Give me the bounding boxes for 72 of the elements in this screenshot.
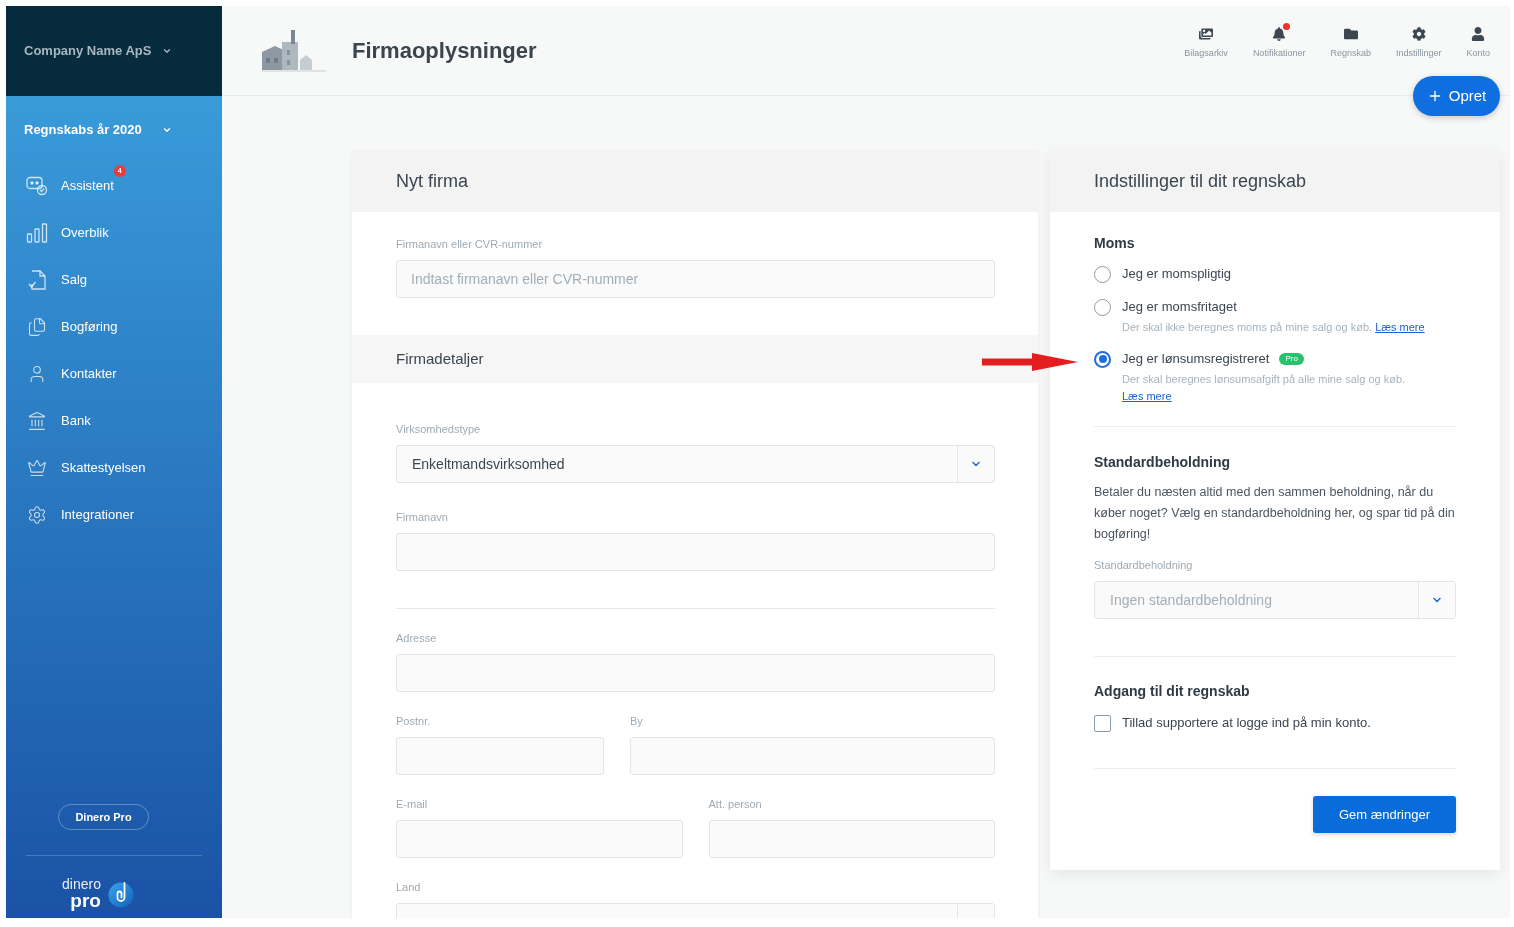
input-field[interactable] — [396, 654, 995, 692]
field-label: Standardbeholdning — [1094, 558, 1193, 572]
header-nav-button[interactable]: Indstillinger — [1395, 23, 1442, 59]
sidebar-item[interactable]: Bank — [6, 397, 222, 444]
input-field[interactable] — [630, 737, 995, 775]
field-label: Land — [396, 880, 421, 894]
chevron-down-icon — [162, 125, 172, 135]
section-description: Betaler du næsten altid med den sammen beholdning, når du køber noget? Vælg en standardbeholdning her, og spar tid på din bogføring! — [1094, 484, 1456, 543]
option-description: Der skal ikke beregnes moms på mine salg og køb. Læs mere — [1121, 320, 1426, 335]
create-button[interactable]: Opret — [1413, 76, 1500, 116]
section-title: Standardbeholdning — [1094, 454, 1231, 470]
select-field[interactable]: Enkeltmandsvirksomhed — [396, 445, 995, 483]
bank-icon — [27, 410, 47, 431]
field-label: Firmanavn eller CVR-nummer — [396, 237, 543, 251]
building-icon — [262, 29, 326, 72]
learn-more-link[interactable]: Læs mere — [1375, 321, 1425, 333]
radio-label: Jeg er lønsumsregistreret — [1122, 350, 1270, 369]
paperclip-logo-icon — [107, 879, 134, 908]
gear-icon — [27, 504, 47, 525]
documents-icon — [27, 316, 47, 337]
card-header: Nyt firma — [352, 150, 1038, 212]
images-icon — [1199, 27, 1214, 41]
document-check-icon — [28, 269, 46, 290]
section-title: Moms — [1094, 235, 1135, 251]
chevron-down-icon — [162, 46, 172, 56]
user-icon — [1471, 27, 1486, 41]
header-nav-button[interactable]: Bilagsarkiv — [1184, 23, 1228, 59]
company-selector[interactable]: Company Name ApS — [24, 41, 172, 61]
card-header: Indstillinger til dit regnskab — [1050, 150, 1500, 212]
input-field[interactable] — [708, 820, 995, 858]
sidebar-item[interactable]: Skattestyelsen — [6, 444, 222, 491]
learn-more-link[interactable]: Læs mere — [1122, 390, 1172, 402]
input-field[interactable] — [396, 533, 995, 571]
input-field[interactable]: Indtast firmanavn eller CVR-nummer — [396, 260, 995, 298]
field-label: E-mail — [396, 797, 428, 811]
option-description: Der skal beregnes lønsumsafgift på alle mine salg og køb. Læs mere — [1121, 372, 1407, 404]
sidebar-item[interactable]: Bogføring — [6, 303, 222, 350]
logo-text: pro — [70, 891, 101, 910]
crown-icon — [27, 457, 47, 478]
field-label: Att. person — [708, 797, 762, 811]
header-nav-button[interactable]: Notifikationer — [1252, 23, 1306, 59]
bell-icon — [1272, 27, 1287, 41]
section-title: Adgang til dit regnskab — [1094, 683, 1250, 699]
radio-label: Jeg er momsfritaget — [1122, 298, 1237, 317]
radio-label: Jeg er momspligtig — [1122, 265, 1232, 284]
field-label: Postnr. — [396, 714, 431, 728]
bar-chart-icon — [26, 222, 48, 243]
page-title: Firmaoplysninger — [352, 37, 537, 65]
field-label: Virksomhedstype — [396, 422, 481, 436]
header-nav-button[interactable]: Konto — [1466, 23, 1490, 59]
field-label: Firmanavn — [396, 510, 448, 524]
sidebar-item[interactable]: Salg — [6, 256, 222, 303]
settings-icon — [1411, 27, 1426, 41]
logo-text: dinero — [62, 877, 101, 891]
sidebar-item[interactable]: Overblik — [6, 209, 222, 256]
checkbox[interactable] — [1094, 714, 1111, 732]
input-field[interactable] — [396, 737, 604, 775]
save-button[interactable]: Gem ændringer — [1313, 796, 1456, 833]
select-field[interactable]: Ingen standardbeholdning — [1094, 581, 1456, 619]
pro-badge: Pro — [1279, 353, 1304, 365]
field-label: Adresse — [396, 631, 437, 645]
input-field[interactable] — [396, 820, 683, 858]
field-label: By — [630, 714, 643, 728]
chat-check-icon — [26, 175, 48, 196]
radio-button[interactable] — [1094, 350, 1111, 368]
sidebar-item[interactable]: Integrationer — [6, 491, 222, 538]
section-header: Firmadetaljer — [352, 335, 1038, 383]
fiscal-year-selector[interactable]: Regnskabs år 2020 — [24, 120, 172, 140]
sidebar-item[interactable]: Kontakter — [6, 350, 222, 397]
header-nav-button[interactable]: Regnskab — [1330, 23, 1371, 59]
folder-icon — [1343, 27, 1358, 41]
checkbox-label: Tillad supportere at logge ind på min konto. — [1122, 714, 1371, 733]
